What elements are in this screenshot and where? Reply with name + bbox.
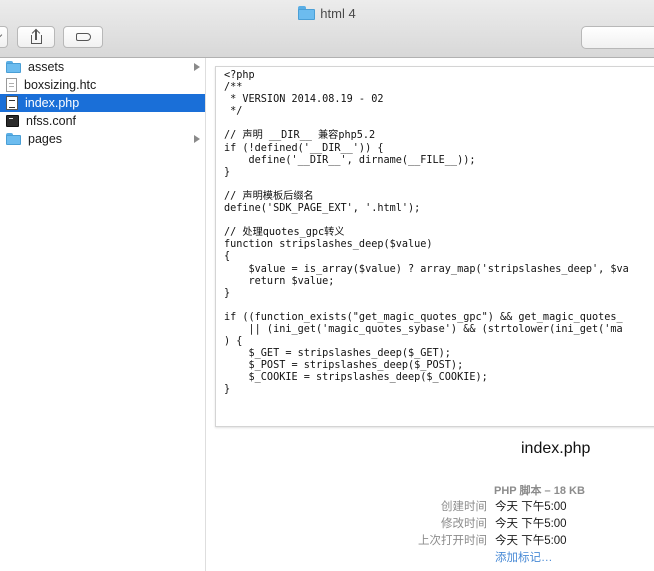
file-row[interactable]: index.php — [0, 94, 205, 112]
file-name: index.php — [25, 96, 80, 110]
file-preview: <?php /** * VERSION 2014.08.19 - 02 */ /… — [215, 66, 654, 427]
file-row[interactable]: pages — [0, 130, 205, 148]
edit-tags-button[interactable] — [63, 26, 103, 48]
folder-icon — [298, 6, 316, 20]
modified-value: 今天 下午5:00 — [495, 518, 567, 530]
preview-file-name: index.php — [465, 440, 654, 458]
share-button[interactable] — [17, 26, 55, 48]
file-name: nfss.conf — [26, 114, 77, 128]
last-opened-value: 今天 下午5:00 — [495, 535, 567, 547]
created-value: 今天 下午5:00 — [495, 501, 567, 513]
last-opened-label: 上次打开时间 — [418, 535, 487, 547]
preview-file-name-text: index.php — [521, 440, 591, 457]
folder-icon — [6, 132, 21, 146]
code-preview-text: <?php /** * VERSION 2014.08.19 - 02 */ /… — [224, 70, 629, 396]
modified-row: 修改时间 今天 下午5:00 — [395, 515, 654, 531]
view-options-button[interactable] — [0, 26, 8, 48]
file-row[interactable]: boxsizing.htc — [0, 76, 205, 94]
add-tags-link[interactable]: 添加标记… — [495, 549, 553, 565]
file-list-column: assets boxsizing.htc index.php nfss.conf pag… — [0, 58, 206, 571]
file-kind-size: PHP 脚本 – 18 KB — [494, 485, 585, 497]
created-row: 创建时间 今天 下午5:00 — [395, 498, 654, 514]
disclosure-arrow-icon[interactable] — [194, 63, 200, 71]
window-toolbar: html 4 — [0, 0, 654, 58]
file-row[interactable]: assets — [0, 58, 205, 76]
disclosure-arrow-icon[interactable] — [194, 135, 200, 143]
file-name: pages — [28, 132, 63, 146]
tag-icon — [75, 33, 91, 41]
document-icon — [6, 78, 17, 92]
window-title-text: html 4 — [320, 5, 356, 21]
window-title: html 4 — [0, 5, 654, 21]
php-file-icon — [6, 96, 18, 110]
folder-icon — [6, 60, 21, 74]
share-icon — [30, 28, 42, 44]
chevron-down-icon — [0, 30, 2, 40]
file-name: boxsizing.htc — [24, 78, 97, 92]
file-name: assets — [28, 60, 65, 74]
search-field[interactable] — [581, 26, 654, 49]
file-row[interactable]: nfss.conf — [0, 112, 205, 130]
terminal-file-icon — [6, 115, 19, 127]
modified-label: 修改时间 — [441, 518, 487, 530]
created-label: 创建时间 — [441, 501, 487, 513]
last-opened-row: 上次打开时间 今天 下午5:00 — [395, 532, 654, 548]
